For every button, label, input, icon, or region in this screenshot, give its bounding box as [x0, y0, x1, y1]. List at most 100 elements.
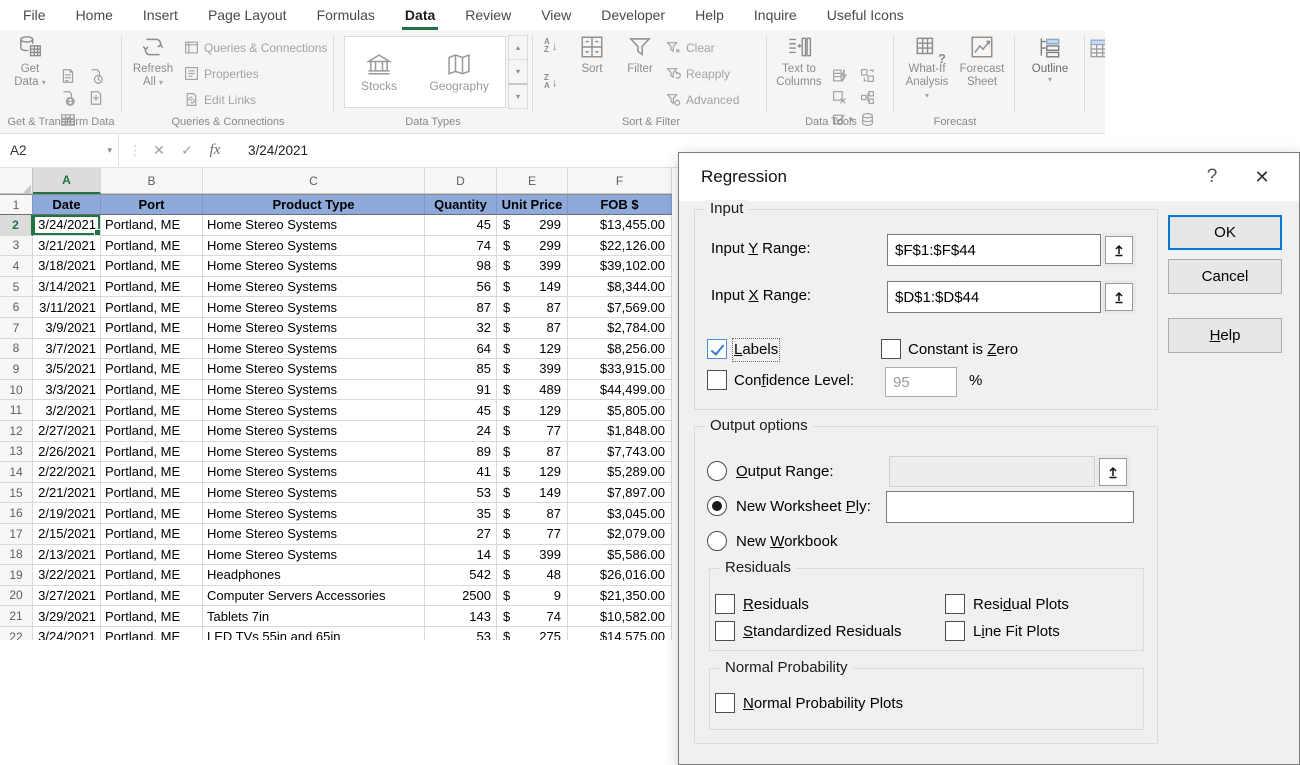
column-header[interactable]: B	[101, 168, 203, 194]
cell-unit-price[interactable]: $9	[497, 586, 568, 607]
labels-checkbox-label[interactable]: Labels	[734, 340, 778, 360]
cell-port[interactable]: Portland, ME	[101, 380, 203, 401]
cell-unit-price[interactable]: $275	[497, 627, 568, 640]
cell-date[interactable]: 2/15/2021	[33, 524, 101, 545]
cell-quantity[interactable]: 91	[425, 380, 497, 401]
cell-quantity[interactable]: 41	[425, 462, 497, 483]
constant-is-zero-label[interactable]: Constant is Zero	[908, 340, 1018, 360]
cell-port[interactable]: Portland, ME	[101, 503, 203, 524]
name-box[interactable]: A2 ▾	[0, 134, 119, 166]
cell-unit-price[interactable]: $129	[497, 462, 568, 483]
cell-date[interactable]: 2/27/2021	[33, 421, 101, 442]
output-range-picker-button[interactable]	[1099, 458, 1127, 486]
cell-product-type[interactable]: Home Stereo Systems	[203, 421, 425, 442]
cell-unit-price[interactable]: $129	[497, 339, 568, 360]
cell-port[interactable]: Portland, ME	[101, 627, 203, 640]
column-header[interactable]: A	[33, 168, 101, 194]
header-cell-date[interactable]: Date	[33, 194, 101, 215]
normal-probability-plots-checkbox[interactable]	[715, 693, 735, 713]
cell-product-type[interactable]: Home Stereo Systems	[203, 297, 425, 318]
cell-product-type[interactable]: Home Stereo Systems	[203, 462, 425, 483]
header-cell-port[interactable]: Port	[101, 194, 203, 215]
cell-port[interactable]: Portland, ME	[101, 318, 203, 339]
cell-date[interactable]: 2/19/2021	[33, 503, 101, 524]
cell-unit-price[interactable]: $399	[497, 359, 568, 380]
cell-fob[interactable]: $13,455.00	[568, 215, 672, 236]
cell-port[interactable]: Portland, ME	[101, 277, 203, 298]
cell-date[interactable]: 2/13/2021	[33, 545, 101, 566]
cell-fob[interactable]: $7,569.00	[568, 297, 672, 318]
cell-quantity[interactable]: 98	[425, 256, 497, 277]
gallery-up-button[interactable]: ▴	[508, 35, 528, 60]
confidence-level-label[interactable]: Confidence Level:	[734, 371, 854, 391]
cell-fob[interactable]: $26,016.00	[568, 565, 672, 586]
cell-quantity[interactable]: 85	[425, 359, 497, 380]
dialog-title-bar[interactable]: Regression ? ✕	[679, 153, 1299, 201]
dialog-help-icon[interactable]: ?	[1189, 153, 1235, 201]
cell-quantity[interactable]: 35	[425, 503, 497, 524]
properties-button[interactable]: Properties	[184, 66, 259, 81]
cell-port[interactable]: Portland, ME	[101, 297, 203, 318]
row-number[interactable]: 8	[0, 339, 33, 360]
cell-quantity[interactable]: 27	[425, 524, 497, 545]
cell-unit-price[interactable]: $87	[497, 297, 568, 318]
refresh-all-button[interactable]: Refresh All ▾	[130, 34, 176, 89]
cell-fob[interactable]: $8,256.00	[568, 339, 672, 360]
gallery-down-button[interactable]: ▾	[508, 59, 528, 84]
sort-button[interactable]: Sort	[572, 34, 612, 76]
ribbon-tab[interactable]: Page Layout	[193, 0, 302, 30]
new-workbook-radio[interactable]	[707, 531, 727, 551]
cell-port[interactable]: Portland, ME	[101, 421, 203, 442]
cell-date[interactable]: 2/21/2021	[33, 483, 101, 504]
cell-product-type[interactable]: Home Stereo Systems	[203, 483, 425, 504]
cell-product-type[interactable]: Home Stereo Systems	[203, 339, 425, 360]
constant-is-zero-checkbox[interactable]	[881, 339, 901, 359]
what-if-analysis-button[interactable]: ? What-If Analysis ▾	[902, 34, 952, 102]
normal-probability-plots-label[interactable]: Normal Probability Plots	[743, 694, 903, 714]
cell-product-type[interactable]: Headphones	[203, 565, 425, 586]
cell-unit-price[interactable]: $77	[497, 524, 568, 545]
consolidate-icon[interactable]	[860, 68, 875, 83]
cell-product-type[interactable]: Home Stereo Systems	[203, 545, 425, 566]
ok-button[interactable]: OK	[1168, 215, 1282, 250]
cell-date[interactable]: 3/24/2021	[33, 627, 101, 640]
cell-unit-price[interactable]: $48	[497, 565, 568, 586]
clear-filter-button[interactable]: Clear	[666, 40, 715, 55]
ribbon-tab[interactable]: View	[526, 0, 586, 30]
cell-port[interactable]: Portland, ME	[101, 483, 203, 504]
cell-fob[interactable]: $5,805.00	[568, 400, 672, 421]
row-number[interactable]: 9	[0, 359, 33, 380]
cell-unit-price[interactable]: $489	[497, 380, 568, 401]
confirm-entry-icon[interactable]: ✓	[174, 134, 200, 166]
cancel-button[interactable]: Cancel	[1168, 259, 1282, 294]
cell-fob[interactable]: $7,743.00	[568, 442, 672, 463]
cell-unit-price[interactable]: $74	[497, 606, 568, 627]
cell-date[interactable]: 3/14/2021	[33, 277, 101, 298]
gallery-more-button[interactable]: ▾	[508, 83, 528, 109]
cancel-entry-icon[interactable]: ✕	[146, 134, 172, 166]
forecast-sheet-button[interactable]: Forecast Sheet	[956, 34, 1008, 89]
row-number[interactable]: 10	[0, 380, 33, 401]
cell-date[interactable]: 3/5/2021	[33, 359, 101, 380]
cell-quantity[interactable]: 14	[425, 545, 497, 566]
cell-quantity[interactable]: 542	[425, 565, 497, 586]
residual-plots-label[interactable]: Residual Plots	[973, 595, 1069, 615]
cell-port[interactable]: Portland, ME	[101, 215, 203, 236]
help-button[interactable]: Help	[1168, 318, 1282, 353]
cell-quantity[interactable]: 53	[425, 627, 497, 640]
cell-date[interactable]: 2/22/2021	[33, 462, 101, 483]
row-number[interactable]: 14	[0, 462, 33, 483]
cell-port[interactable]: Portland, ME	[101, 236, 203, 257]
line-fit-plots-checkbox[interactable]	[945, 621, 965, 641]
standardized-residuals-checkbox[interactable]	[715, 621, 735, 641]
ribbon-tab[interactable]: Review	[450, 0, 526, 30]
cell-unit-price[interactable]: $87	[497, 503, 568, 524]
cell-date[interactable]: 3/11/2021	[33, 297, 101, 318]
input-x-range-field[interactable]: $D$1:$D$44	[887, 281, 1101, 313]
residuals-label[interactable]: Residuals	[743, 595, 809, 615]
relationships-icon[interactable]	[860, 90, 875, 105]
confidence-level-field[interactable]: 95	[885, 367, 957, 397]
cell-quantity[interactable]: 2500	[425, 586, 497, 607]
cell-quantity[interactable]: 45	[425, 400, 497, 421]
row-number[interactable]: 5	[0, 277, 33, 298]
